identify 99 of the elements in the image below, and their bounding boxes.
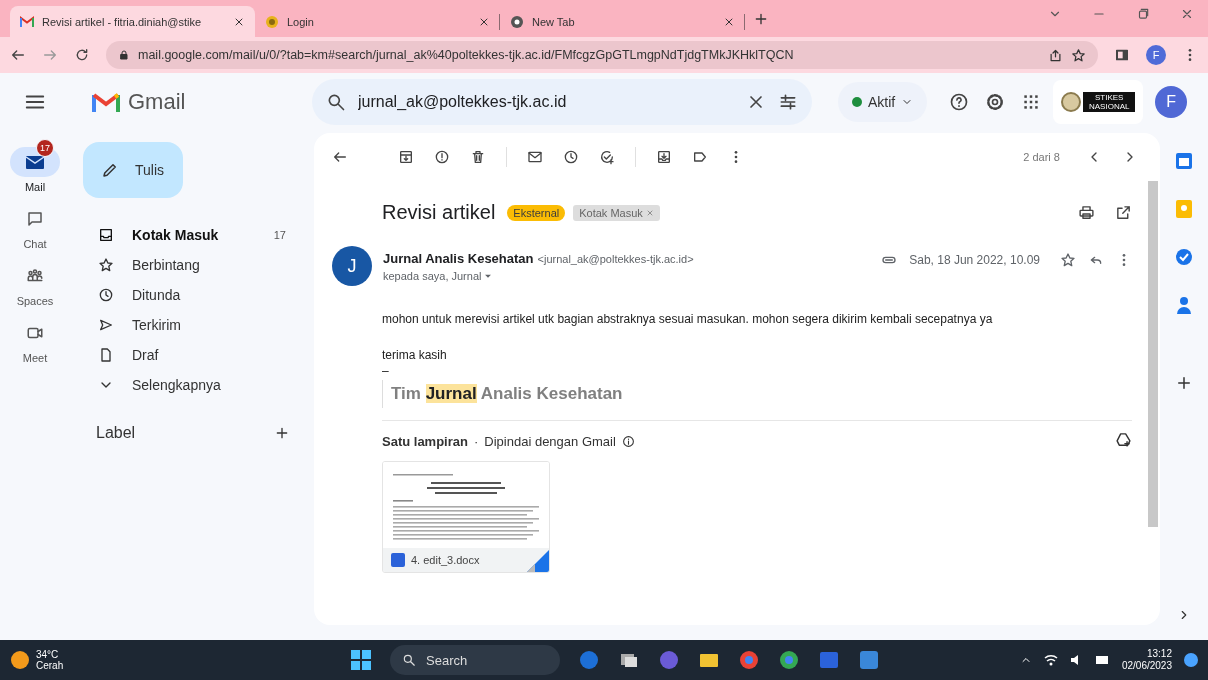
weather-condition: Cerah (36, 660, 64, 671)
pager-text: 2 dari 8 (1023, 151, 1060, 163)
organization-logo[interactable]: STIKES NASIONAL (1053, 79, 1144, 124)
search-icon (402, 653, 416, 667)
add-task-icon[interactable] (599, 149, 615, 165)
clock-icon (98, 287, 114, 303)
status-button[interactable]: Aktif (838, 81, 928, 122)
back-icon[interactable] (332, 149, 348, 165)
send-icon (98, 317, 114, 333)
star-icon[interactable] (1060, 252, 1076, 268)
folder-item[interactable]: Kotak Masuk 17 (70, 220, 312, 250)
browser-tab[interactable]: Revisi artikel - fitria.diniah@stike (10, 6, 255, 37)
attachment-card[interactable]: 4. edit_3.docx (382, 461, 550, 573)
taskbar-app-icon[interactable] (778, 649, 800, 671)
new-tab-icon[interactable] (753, 11, 769, 27)
person-icon[interactable] (1177, 296, 1191, 314)
move-to-icon[interactable] (656, 149, 672, 165)
lock-icon (118, 49, 130, 61)
add-icon[interactable] (1175, 374, 1193, 392)
subject-title: Revisi artikel (382, 201, 496, 224)
side-panel-icon[interactable] (1114, 47, 1130, 63)
clock-icon[interactable] (563, 149, 579, 165)
document-icon (98, 347, 114, 363)
signature-separator: – (382, 366, 390, 376)
gmail-wordmark: Gmail (128, 88, 186, 115)
recipients-text: kepada saya, Jurnal (383, 270, 482, 282)
mail-icon (25, 154, 45, 170)
message-paragraph: mohon untuk merevisi artikel utk bagian abstraknya sesuai masukan. mohon segera dikirim kembali secepatnya ya (382, 312, 994, 326)
trash-icon[interactable] (470, 149, 486, 165)
attachments-heading: Satu lampiran (382, 433, 468, 449)
compose-button[interactable]: Tulis (83, 142, 183, 198)
rail-item[interactable]: Meet (3, 309, 67, 364)
attachment-name: 4. edit_3.docx (411, 554, 480, 566)
account-avatar[interactable]: F (1155, 85, 1188, 118)
scan-note: Dipindai dengan Gmail (484, 433, 616, 449)
archive-icon[interactable] (398, 149, 414, 165)
settings-icon[interactable] (985, 91, 1006, 112)
label-tag[interactable]: Eksternal (507, 204, 566, 221)
reload-icon[interactable] (74, 47, 90, 63)
start-button[interactable] (350, 649, 372, 671)
chat-icon (26, 210, 44, 228)
wifi-icon[interactable] (1043, 653, 1058, 667)
rail-item[interactable]: 17 Mail (3, 138, 67, 193)
page-fold-icon (527, 550, 549, 572)
inbox-icon (98, 227, 114, 243)
add-to-drive-icon[interactable] (1115, 431, 1132, 448)
scrollbar[interactable] (1148, 181, 1158, 527)
print-icon[interactable] (1078, 204, 1095, 221)
clock-time[interactable]: 13:12 (1146, 648, 1172, 660)
label-tag[interactable]: Kotak Masuk (573, 204, 660, 221)
folder-item[interactable]: Selengkapnya (70, 370, 312, 400)
url-text: mail.google.com/mail/u/0/?tab=km#search/jurnal_ak%40poltekkes-tjk.ac.id/FMfcgzGpGTLmgpNdTjdgTMkJKHklTQCN (138, 48, 795, 62)
unread-badge: 17 (36, 139, 54, 157)
gmail-favicon-icon (20, 16, 34, 27)
add-label-icon[interactable] (274, 425, 290, 441)
calendar-icon[interactable] (1175, 152, 1193, 170)
folder-item[interactable]: Draf (70, 340, 312, 370)
search-bar[interactable]: jurnal_ak@poltekkes-tjk.ac.id (312, 78, 812, 125)
site-favicon-icon (265, 14, 279, 29)
folder-item[interactable]: Berbintang (70, 250, 312, 280)
sender-name: Jurnal Analis Kesehatan (383, 251, 534, 266)
open-new-window-icon[interactable] (1115, 204, 1132, 221)
restore-icon[interactable] (1136, 6, 1150, 21)
sender-email: <jurnal_ak@poltekkes-tjk.ac.id> (537, 252, 694, 265)
separator-dot: · (473, 433, 479, 449)
star-icon (98, 257, 114, 273)
clock-date[interactable]: 02/06/2023 (1121, 660, 1172, 672)
message-paragraph: terima kasih (382, 348, 448, 362)
sun-icon (10, 650, 30, 670)
taskbar-search[interactable]: Search (390, 645, 560, 675)
browser-tab[interactable]: New Tab (500, 6, 745, 37)
search-field[interactable]: jurnal_ak@poltekkes-tjk.ac.id (358, 92, 734, 111)
sender-avatar: J (332, 246, 372, 286)
battery-icon[interactable] (1095, 655, 1110, 665)
message-date: Sab, 18 Jun 2022, 10.09 (909, 253, 1040, 267)
temperature-text: 34°C (36, 649, 60, 660)
help-icon[interactable] (949, 91, 970, 112)
tasks-icon[interactable] (1175, 248, 1193, 266)
pencil-icon (101, 161, 119, 179)
share-icon[interactable] (1048, 47, 1063, 63)
unread-count: 17 (273, 229, 286, 241)
globe-favicon-icon (510, 14, 524, 29)
labels-heading: Label (96, 424, 136, 442)
browser-tab[interactable]: Login (255, 6, 500, 37)
address-bar[interactable]: mail.google.com/mail/u/0/?tab=km#search/jurnal_ak%40poltekkes-tjk.ac.id/FMfcgzGpGTLmgpNdTjdgTMkJKHklTQCN (106, 41, 1098, 69)
folder-item[interactable]: Terkirim (70, 310, 312, 340)
star-icon[interactable] (1071, 47, 1086, 63)
profile-avatar[interactable]: F (1146, 45, 1166, 65)
rail-item[interactable]: Spaces (3, 252, 67, 307)
folder-item[interactable]: Ditunda (70, 280, 312, 310)
word-file-icon (391, 553, 405, 567)
rail-item[interactable]: Chat (3, 195, 67, 250)
notification-icon[interactable] (1184, 653, 1198, 667)
back-icon[interactable] (10, 47, 26, 63)
info-icon[interactable] (621, 434, 635, 448)
signature-text: Tim Jurnal Analis Kesehatan (382, 380, 631, 408)
mail-icon[interactable] (527, 149, 543, 165)
report-icon[interactable] (434, 149, 450, 165)
label-icon[interactable] (692, 149, 708, 165)
